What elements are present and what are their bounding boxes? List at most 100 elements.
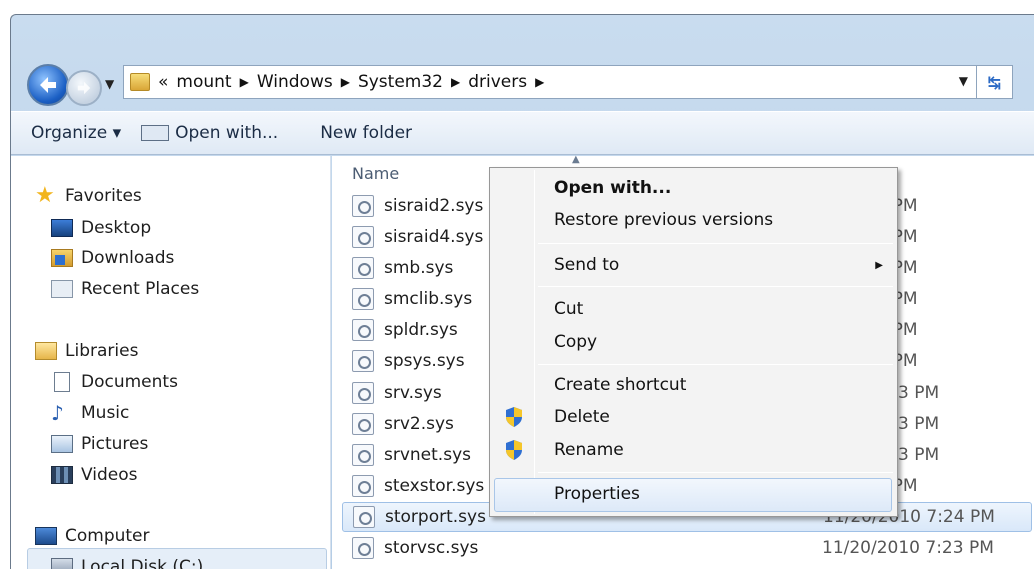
system-file-icon: [352, 475, 374, 497]
menu-send-to[interactable]: Send to: [554, 255, 619, 275]
context-menu: Open with... Restore previous versions S…: [489, 167, 898, 517]
nav-pictures[interactable]: Pictures: [51, 434, 148, 454]
file-name: spldr.sys: [384, 320, 458, 340]
breadcrumb-windows[interactable]: Windows: [257, 72, 333, 92]
menu-properties[interactable]: Properties: [554, 484, 640, 504]
back-arrow-icon: [40, 77, 56, 93]
nav-recent-places[interactable]: Recent Places: [51, 279, 199, 299]
breadcrumb-mount[interactable]: mount: [176, 72, 231, 92]
chevron-right-icon[interactable]: ▶: [451, 75, 460, 89]
nav-recent-label: Recent Places: [81, 279, 200, 299]
menu-restore-previous-versions[interactable]: Restore previous versions: [554, 210, 773, 230]
nav-computer[interactable]: Computer: [35, 526, 150, 546]
breadcrumb-system32[interactable]: System32: [358, 72, 443, 92]
chevron-right-icon[interactable]: ▶: [341, 75, 350, 89]
navigation-pane: ★ Favorites Desktop Downloads Recent Pla…: [11, 156, 331, 569]
nav-local-disk-label: Local Disk (C:): [81, 557, 204, 569]
nav-documents[interactable]: Documents: [51, 372, 178, 392]
file-name: smb.sys: [384, 258, 454, 278]
menu-cut[interactable]: Cut: [554, 299, 583, 319]
submenu-arrow-icon: ▶: [875, 260, 883, 271]
pictures-icon: [51, 435, 73, 453]
file-name: stexstor.sys: [384, 476, 485, 496]
file-name: storvsc.sys: [384, 538, 479, 558]
documents-icon: [54, 372, 70, 392]
sort-ascending-icon: ▲: [572, 154, 580, 165]
desktop-icon: [51, 219, 73, 237]
recent-pages-dropdown[interactable]: ▼: [105, 77, 114, 91]
chevron-right-icon[interactable]: ▶: [240, 75, 249, 89]
menu-separator: [538, 243, 893, 244]
system-file-icon: [352, 444, 374, 466]
system-file-icon: [352, 537, 374, 559]
file-name: srvnet.sys: [384, 445, 471, 465]
file-name: storport.sys: [385, 507, 486, 527]
menu-create-shortcut[interactable]: Create shortcut: [554, 375, 686, 395]
system-file-icon: [352, 226, 374, 248]
libraries-icon: [35, 342, 57, 360]
recent-places-icon: [51, 280, 73, 298]
local-disk-icon: [51, 558, 73, 569]
open-with-button[interactable]: Open with...: [141, 123, 278, 143]
file-name: sisraid2.sys: [384, 196, 484, 216]
nav-downloads-label: Downloads: [81, 248, 175, 268]
system-file-icon: [353, 506, 375, 528]
breadcrumb-drivers[interactable]: drivers: [468, 72, 527, 92]
system-file-icon: [352, 382, 374, 404]
menu-rename[interactable]: Rename: [554, 440, 624, 460]
forward-button[interactable]: [66, 70, 102, 106]
address-bar[interactable]: « mount ▶ Windows ▶ System32 ▶ drivers ▶…: [123, 65, 1013, 99]
organize-button[interactable]: Organize ▾: [31, 123, 121, 143]
nav-libraries-label: Libraries: [65, 341, 139, 361]
file-name: srv2.sys: [384, 414, 454, 434]
nav-documents-label: Documents: [81, 372, 178, 392]
menu-open-with[interactable]: Open with...: [554, 178, 671, 198]
nav-desktop-label: Desktop: [81, 218, 152, 238]
file-name: srv.sys: [384, 383, 442, 403]
nav-desktop[interactable]: Desktop: [51, 218, 151, 238]
file-name: sisraid4.sys: [384, 227, 484, 247]
file-row[interactable]: storvsc.sys 11/20/2010 7:23 PM: [342, 533, 1032, 563]
command-bar: Organize ▾ Open with... New folder: [11, 111, 1034, 155]
nav-music[interactable]: ♪ Music: [51, 403, 129, 423]
nav-downloads[interactable]: Downloads: [51, 248, 174, 268]
chevron-right-icon[interactable]: ▶: [535, 75, 544, 89]
folder-icon: [130, 73, 150, 91]
videos-icon: [51, 466, 73, 484]
system-file-icon: [352, 288, 374, 310]
address-row: ▼ « mount ▶ Windows ▶ System32 ▶ drivers…: [11, 15, 1034, 109]
nav-music-label: Music: [81, 403, 130, 423]
nav-libraries[interactable]: Libraries: [35, 341, 138, 361]
refresh-icon[interactable]: ↹: [976, 66, 1012, 98]
system-file-icon: [352, 413, 374, 435]
nav-favorites[interactable]: ★ Favorites: [35, 185, 142, 207]
new-folder-button[interactable]: New folder: [320, 123, 412, 143]
menu-delete[interactable]: Delete: [554, 407, 610, 427]
address-dropdown-icon[interactable]: ▼: [959, 74, 968, 88]
nav-videos[interactable]: Videos: [51, 465, 138, 485]
system-file-icon: [352, 319, 374, 341]
file-name: spsys.sys: [384, 351, 465, 371]
menu-copy[interactable]: Copy: [554, 332, 597, 352]
downloads-icon: [51, 249, 73, 267]
nav-local-disk[interactable]: Local Disk (C:): [51, 557, 203, 569]
menu-separator: [538, 364, 893, 365]
forward-arrow-icon: [77, 81, 91, 95]
music-icon: ♪: [51, 401, 64, 425]
file-date: 11/20/2010 7:23 PM: [822, 538, 994, 558]
back-button[interactable]: [27, 64, 69, 106]
open-with-label: Open with...: [175, 123, 279, 143]
column-header-name[interactable]: Name: [352, 164, 399, 183]
nav-favorites-label: Favorites: [65, 186, 142, 206]
nav-videos-label: Videos: [81, 465, 138, 485]
uac-shield-icon: [506, 407, 522, 427]
system-file-icon: [352, 257, 374, 279]
open-with-icon: [141, 125, 170, 141]
file-name: smclib.sys: [384, 289, 473, 309]
breadcrumb-overflow[interactable]: «: [158, 72, 168, 92]
menu-separator: [538, 472, 893, 473]
nav-computer-label: Computer: [65, 526, 150, 546]
nav-pictures-label: Pictures: [81, 434, 149, 454]
system-file-icon: [352, 195, 374, 217]
uac-shield-icon: [506, 440, 522, 460]
